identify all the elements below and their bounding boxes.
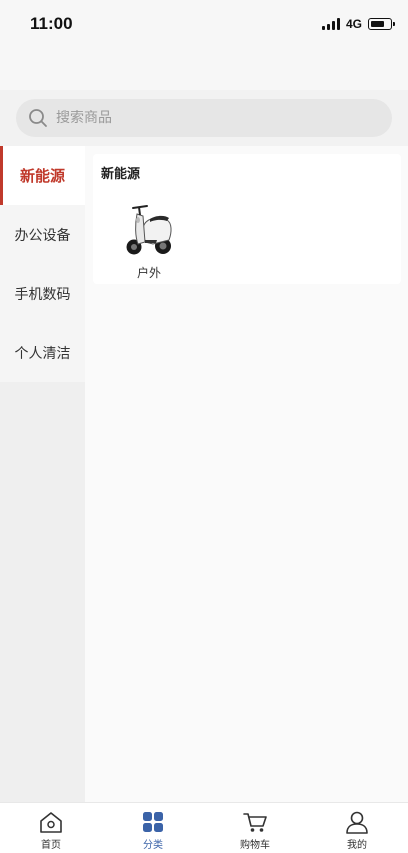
battery-icon xyxy=(368,18,395,30)
home-icon xyxy=(40,812,62,833)
tab-label: 首页 xyxy=(41,840,61,851)
status-time: 11:00 xyxy=(30,14,73,33)
sidebar-item-personal-cleaning[interactable]: 个人清洁 xyxy=(0,323,85,382)
cart-icon xyxy=(243,813,267,832)
sidebar-item-label: 个人清洁 xyxy=(14,345,71,362)
tab-label: 分类 xyxy=(143,840,163,851)
sidebar-item-label: 新能源 xyxy=(19,167,65,185)
product-item[interactable]: 户外 xyxy=(115,196,183,281)
status-indicators: 4G xyxy=(321,17,395,31)
profile-icon xyxy=(346,811,368,834)
sidebar-item-new-energy[interactable]: 新能源 xyxy=(0,146,85,205)
sidebar-item-label: 办公设备 xyxy=(14,227,71,244)
tab-category[interactable]: 分类 xyxy=(102,803,204,853)
search-bar-area xyxy=(0,90,408,146)
category-content: 新能源 户外 xyxy=(85,146,408,802)
search-input[interactable] xyxy=(56,110,356,126)
tab-label: 我的 xyxy=(347,840,367,851)
battery-level xyxy=(370,20,384,27)
category-screen: 11:00 4G 新能源 办公设备 手机数码 xyxy=(0,0,408,853)
section-title: 新能源 xyxy=(101,167,141,182)
tab-profile[interactable]: 我的 xyxy=(306,803,408,853)
status-bar: 11:00 4G xyxy=(0,0,408,48)
network-type: 4G xyxy=(345,17,362,31)
sidebar-item-label: 手机数码 xyxy=(14,286,71,303)
category-icon xyxy=(143,812,163,832)
signal-icon xyxy=(321,18,340,30)
product-name: 户外 xyxy=(136,266,161,280)
scooter-image xyxy=(126,205,172,255)
search-box[interactable] xyxy=(16,99,392,137)
category-sidebar: 新能源 办公设备 手机数码 个人清洁 xyxy=(0,146,85,802)
tab-label: 购物车 xyxy=(240,840,270,851)
tab-cart[interactable]: 购物车 xyxy=(204,803,306,853)
sidebar-item-mobile-digital[interactable]: 手机数码 xyxy=(0,264,85,323)
tab-home[interactable]: 首页 xyxy=(0,803,102,853)
sidebar-item-office-equipment[interactable]: 办公设备 xyxy=(0,205,85,264)
section-card: 新能源 户外 xyxy=(93,154,401,284)
search-icon xyxy=(29,109,47,127)
bottom-tab-bar: 首页 分类 购物车 我的 xyxy=(0,802,408,853)
